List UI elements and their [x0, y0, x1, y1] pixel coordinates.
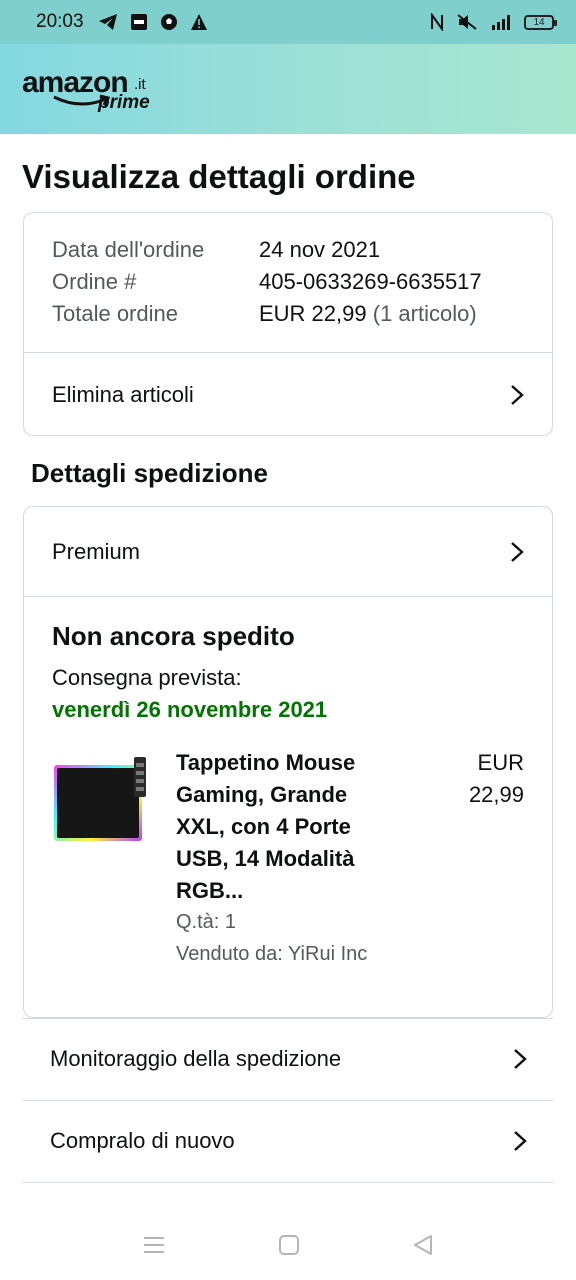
order-total-label: Totale ordine [52, 301, 178, 326]
order-summary-card: Data dell'ordine 24 nov 2021 Ordine # 40… [23, 212, 553, 436]
order-total-amount: EUR 22,99 [259, 301, 367, 326]
status-bar: 20:03 14 [0, 0, 576, 44]
buy-again-row[interactable]: Compralo di nuovo [23, 1100, 553, 1182]
delete-items-row[interactable]: Elimina articoli [24, 353, 552, 436]
system-nav-bar [0, 1210, 576, 1280]
delivery-label: Consegna prevista: [52, 665, 242, 690]
order-date-value: 24 nov 2021 [259, 237, 381, 262]
track-shipment-row[interactable]: Monitoraggio della spedizione [23, 1018, 553, 1100]
battery-indicator: 14 [524, 14, 557, 30]
shipment-card: Premium Non ancora spedito Consegna prev… [23, 506, 553, 1018]
nfc-icon [431, 13, 443, 31]
menu-icon[interactable] [142, 1234, 166, 1256]
price-currency: EUR [477, 750, 524, 775]
order-item-count: (1 articolo) [372, 301, 477, 326]
amazon-prime-logo[interactable]: amazon .it prime [22, 66, 162, 118]
chevron-right-icon [514, 1131, 527, 1151]
back-icon[interactable] [412, 1234, 434, 1256]
chevron-right-icon [511, 541, 524, 562]
chevron-right-icon [511, 384, 524, 405]
order-number-label: Ordine # [52, 269, 137, 294]
product-image[interactable] [52, 747, 148, 845]
delivery-date: venerdì 26 novembre 2021 [52, 697, 328, 722]
status-left-icons [98, 13, 208, 31]
order-number-value: 405-0633269-6635517 [259, 269, 482, 294]
signal-icon [492, 15, 510, 30]
shipping-method-label: Premium [52, 538, 141, 564]
shipment-status: Non ancora spedito [52, 621, 295, 651]
product-title[interactable]: Tappetino Mouse Gaming, Grande XXL, con … [176, 747, 396, 907]
telegram-icon [98, 14, 117, 30]
product-price: EUR 22,99 [414, 747, 524, 811]
app-header: amazon .it prime [0, 44, 576, 134]
shipping-method-row[interactable]: Premium [24, 507, 552, 596]
price-value: 22,99 [468, 782, 524, 807]
soccer-ball-icon [160, 14, 177, 30]
order-total-value: EUR 22,99 (1 articolo) [259, 301, 477, 327]
news-icon [130, 14, 147, 30]
status-time: 20:03 [36, 11, 84, 32]
product-quantity: Q.tà: 1 [176, 911, 237, 933]
mute-icon [457, 14, 477, 30]
buy-again-label: Compralo di nuovo [50, 1128, 235, 1153]
track-shipment-label: Monitoraggio della spedizione [50, 1046, 342, 1071]
delete-items-label: Elimina articoli [52, 381, 194, 407]
home-icon[interactable] [278, 1234, 300, 1256]
chevron-right-icon [514, 1049, 527, 1069]
product-seller: Venduto da: YiRui Inc [176, 943, 368, 965]
status-right-icons: 14 [430, 13, 557, 31]
warning-icon [190, 14, 207, 30]
order-date-label: Data dell'ordine [52, 237, 205, 262]
shipping-section-title: Dettagli spedizione [31, 458, 268, 488]
divider [23, 1182, 553, 1183]
divider [24, 596, 552, 597]
logo-prime: prime [98, 92, 150, 113]
page-title: Visualizza dettagli ordine [22, 158, 416, 195]
logo-domain: .it [134, 76, 146, 93]
